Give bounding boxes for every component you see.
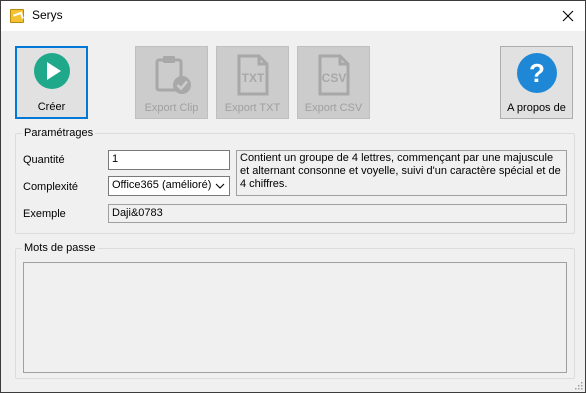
close-button[interactable] bbox=[551, 1, 585, 31]
help-icon: ? bbox=[516, 53, 557, 93]
csv-icon-text: CSV bbox=[321, 71, 346, 85]
csv-file-icon: CSV bbox=[318, 54, 349, 96]
quantity-label: Quantité bbox=[23, 154, 65, 166]
txt-icon-text: TXT bbox=[241, 71, 264, 85]
main-window: Serys Créer Export Clip TXT Export TXT C… bbox=[0, 0, 586, 393]
about-button[interactable]: ? A propos de bbox=[500, 46, 573, 119]
example-value: Daji&0783 bbox=[108, 204, 567, 223]
close-icon bbox=[562, 10, 574, 22]
settings-group-title: Paramétrages bbox=[22, 127, 96, 139]
title-bar[interactable]: Serys bbox=[1, 1, 585, 31]
export-txt-label: Export TXT bbox=[224, 102, 281, 114]
passwords-list[interactable] bbox=[23, 262, 567, 373]
export-clip-label: Export Clip bbox=[144, 102, 199, 114]
chevron-down-icon bbox=[215, 183, 225, 189]
complexity-selected-value: Office365 (amélioré) bbox=[112, 179, 212, 191]
complexity-label: Complexité bbox=[23, 181, 79, 193]
example-label: Exemple bbox=[23, 208, 66, 220]
export-csv-button[interactable]: CSV Export CSV bbox=[297, 46, 370, 119]
clipboard-check-icon bbox=[155, 56, 191, 94]
passwords-group-title: Mots de passe bbox=[22, 242, 98, 254]
complexity-description: Contient un groupe de 4 lettres, commenç… bbox=[236, 150, 567, 196]
play-icon bbox=[33, 53, 70, 89]
app-icon bbox=[10, 9, 24, 23]
window-title: Serys bbox=[32, 8, 63, 22]
quantity-input[interactable]: 1 bbox=[108, 150, 230, 170]
export-csv-label: Export CSV bbox=[304, 102, 363, 114]
export-clip-button[interactable]: Export Clip bbox=[135, 46, 208, 119]
complexity-select[interactable]: Office365 (amélioré) bbox=[108, 176, 230, 196]
resize-grip-icon[interactable] bbox=[573, 380, 583, 390]
help-icon-text: ? bbox=[529, 58, 545, 88]
txt-file-icon: TXT bbox=[237, 54, 268, 96]
create-button[interactable]: Créer bbox=[15, 46, 88, 119]
export-txt-button[interactable]: TXT Export TXT bbox=[216, 46, 289, 119]
create-button-label: Créer bbox=[37, 101, 66, 113]
about-button-label: A propos de bbox=[507, 102, 566, 114]
